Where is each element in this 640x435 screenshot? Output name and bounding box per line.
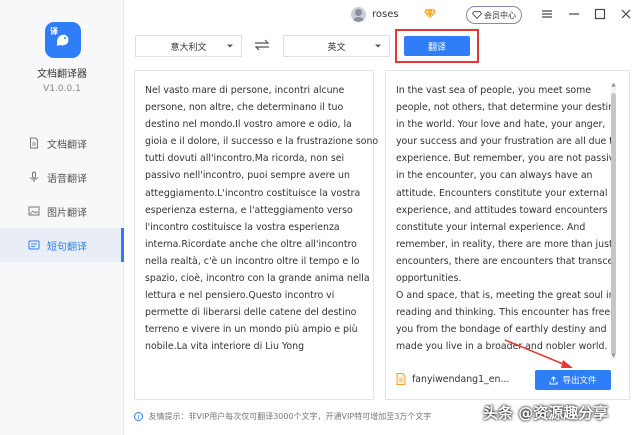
text-line: esperienza esterna, e l'atteggiamento ve… xyxy=(145,204,353,216)
microphone-icon xyxy=(30,171,38,182)
text-line: interna.Ricordate anche che oltre all'in… xyxy=(145,238,357,250)
avatar[interactable] xyxy=(351,7,366,22)
image-icon xyxy=(28,206,40,216)
text-line: in the world. Your love and hate, your a… xyxy=(396,119,606,131)
text-line: you from the bondage of earthly destiny … xyxy=(396,324,607,336)
vip-center-button[interactable]: 会员中心 xyxy=(466,6,522,24)
source-language-value: 意大利文 xyxy=(170,42,207,53)
export-file-label: 导出文件 xyxy=(562,376,597,386)
maximize-icon[interactable] xyxy=(593,7,607,21)
swap-languages-icon[interactable] xyxy=(254,39,270,51)
vip-center-label: 会员中心 xyxy=(484,10,516,20)
output-filename: fanyiwendang1_en... xyxy=(412,373,510,385)
source-language-select[interactable]: 意大利文 xyxy=(135,35,242,57)
vip-diamond-icon xyxy=(472,11,482,19)
chevron-down-icon xyxy=(375,44,381,48)
file-icon xyxy=(396,373,406,385)
text-line: remember, in reality, there are more tha… xyxy=(396,238,611,250)
bird-icon xyxy=(57,34,69,46)
text-line: l'incontro costituisce la vostra esperie… xyxy=(145,221,340,233)
sidebar-item-document-translate[interactable]: 文档翻译 xyxy=(0,126,124,160)
text-line: Liu Yong's Inner Life xyxy=(396,356,611,360)
text-line: terreno e vivere in un mondo più ampio e… xyxy=(145,324,358,336)
diamond-icon[interactable] xyxy=(423,8,437,20)
sidebar: 译 文档翻译器 V1.0.0.1 文档翻译 语音翻译 图片翻译 短句翻译 xyxy=(0,0,124,435)
text-line: lettura e nel pensiero.Questo incontro v… xyxy=(145,290,335,302)
info-icon: i xyxy=(134,412,143,421)
app-version: V1.0.0.1 xyxy=(43,84,81,94)
text-line: permette di liberarsi delle catene del d… xyxy=(145,307,357,319)
text-line: nobile.La vita interiore di Liu Yong xyxy=(145,341,305,353)
target-text-viewport: In the vast sea of people, you meet some… xyxy=(386,71,611,359)
app-logo: 译 xyxy=(45,22,81,58)
scroll-down-icon[interactable]: ▼ xyxy=(611,354,616,359)
app-name: 文档翻译器 xyxy=(37,69,87,80)
target-language-select[interactable]: 英文 xyxy=(283,35,390,57)
sidebar-item-sentence-translate[interactable]: 短句翻译 xyxy=(0,228,124,262)
text-line: constitute your internal experience. And xyxy=(396,221,586,233)
text-line: nella realtà, c'è un incontro oltre il t… xyxy=(145,255,360,267)
chevron-down-icon xyxy=(227,44,233,48)
sidebar-item-label: 短句翻译 xyxy=(47,241,87,253)
text-line: in the encounter, you can always have an xyxy=(396,170,593,182)
sidebar-item-label: 图片翻译 xyxy=(47,207,87,219)
text-line: people, not others, that determine your … xyxy=(396,102,611,114)
target-language-value: 英文 xyxy=(327,42,346,53)
source-text-area[interactable]: Nel vasto mare di persone, incontri alcu… xyxy=(134,70,378,400)
text-line: encounters, there are encounters that tr… xyxy=(396,255,611,267)
text-line: destino nel mondo.Il vostro amore e odio… xyxy=(145,119,352,131)
text-line: gioia e il dolore, il successo e la frus… xyxy=(145,136,379,148)
username[interactable]: roses xyxy=(372,9,399,20)
document-icon xyxy=(30,137,38,149)
text-line: experience. But remember, you are not pa… xyxy=(396,153,611,165)
text-line: spazio, cioè, incontro con la grande ani… xyxy=(145,273,370,285)
text-line: In the vast sea of people, you meet some xyxy=(396,85,592,96)
text-line: experience, and attitudes toward encount… xyxy=(396,204,608,216)
text-line: reading and thinking. This encounter has… xyxy=(396,307,611,319)
sentence-icon xyxy=(28,240,40,250)
target-text: In the vast sea of people, you meet some… xyxy=(396,82,611,359)
close-icon[interactable] xyxy=(619,7,633,21)
export-file-button[interactable]: 导出文件 xyxy=(535,370,611,390)
scroll-up-icon[interactable]: ▲ xyxy=(611,83,616,88)
text-line: your success and your frustration are al… xyxy=(396,136,611,148)
text-line: persone, non altre, che determinano il t… xyxy=(145,102,344,114)
translate-button-highlight: 翻译 xyxy=(395,29,479,63)
text-line: attitude. Encounters constitute your ext… xyxy=(396,187,608,199)
footer-tip: i 友情提示：非VIP用户每次仅可翻译3000个文字，开通VIP特可增加至3万个… xyxy=(134,411,431,422)
minimize-icon[interactable] xyxy=(567,7,581,21)
scrollbar-thumb[interactable] xyxy=(611,93,616,355)
text-line: atteggiamento.L'incontro costituisce la … xyxy=(145,187,361,199)
target-text-area[interactable]: In the vast sea of people, you meet some… xyxy=(385,70,630,400)
text-line: Nel vasto mare di persone, incontri alcu… xyxy=(145,85,345,96)
export-icon xyxy=(549,375,558,384)
sidebar-nav: 文档翻译 语音翻译 图片翻译 短句翻译 xyxy=(0,126,124,262)
text-line: passivo nell'incontro, puoi sempre avere… xyxy=(145,170,350,182)
text-line: opportunities. xyxy=(396,273,462,285)
footer-tip-text: 友情提示：非VIP用户每次仅可翻译3000个文字，开通VIP特可增加至3万个文字 xyxy=(148,412,432,421)
scrollbar[interactable]: ▲ ▼ xyxy=(611,83,616,359)
sidebar-item-image-translate[interactable]: 图片翻译 xyxy=(0,194,124,228)
text-line: O and space, that is, meeting the great … xyxy=(396,290,611,302)
output-file[interactable]: fanyiwendang1_en... xyxy=(396,373,509,385)
sidebar-item-voice-translate[interactable]: 语音翻译 xyxy=(0,160,124,194)
watermark: 头条 @资源趣分享 xyxy=(483,404,609,422)
menu-icon[interactable] xyxy=(540,7,554,21)
sidebar-item-label: 语音翻译 xyxy=(47,173,87,185)
translate-button[interactable]: 翻译 xyxy=(404,36,470,56)
source-text: Nel vasto mare di persone, incontri alcu… xyxy=(145,82,378,356)
text-line: made you live in a broader and nobler wo… xyxy=(396,341,608,353)
text-line: tutti dovuti all'incontro.Ma ricorda, no… xyxy=(145,153,345,165)
sidebar-item-label: 文档翻译 xyxy=(47,139,87,151)
